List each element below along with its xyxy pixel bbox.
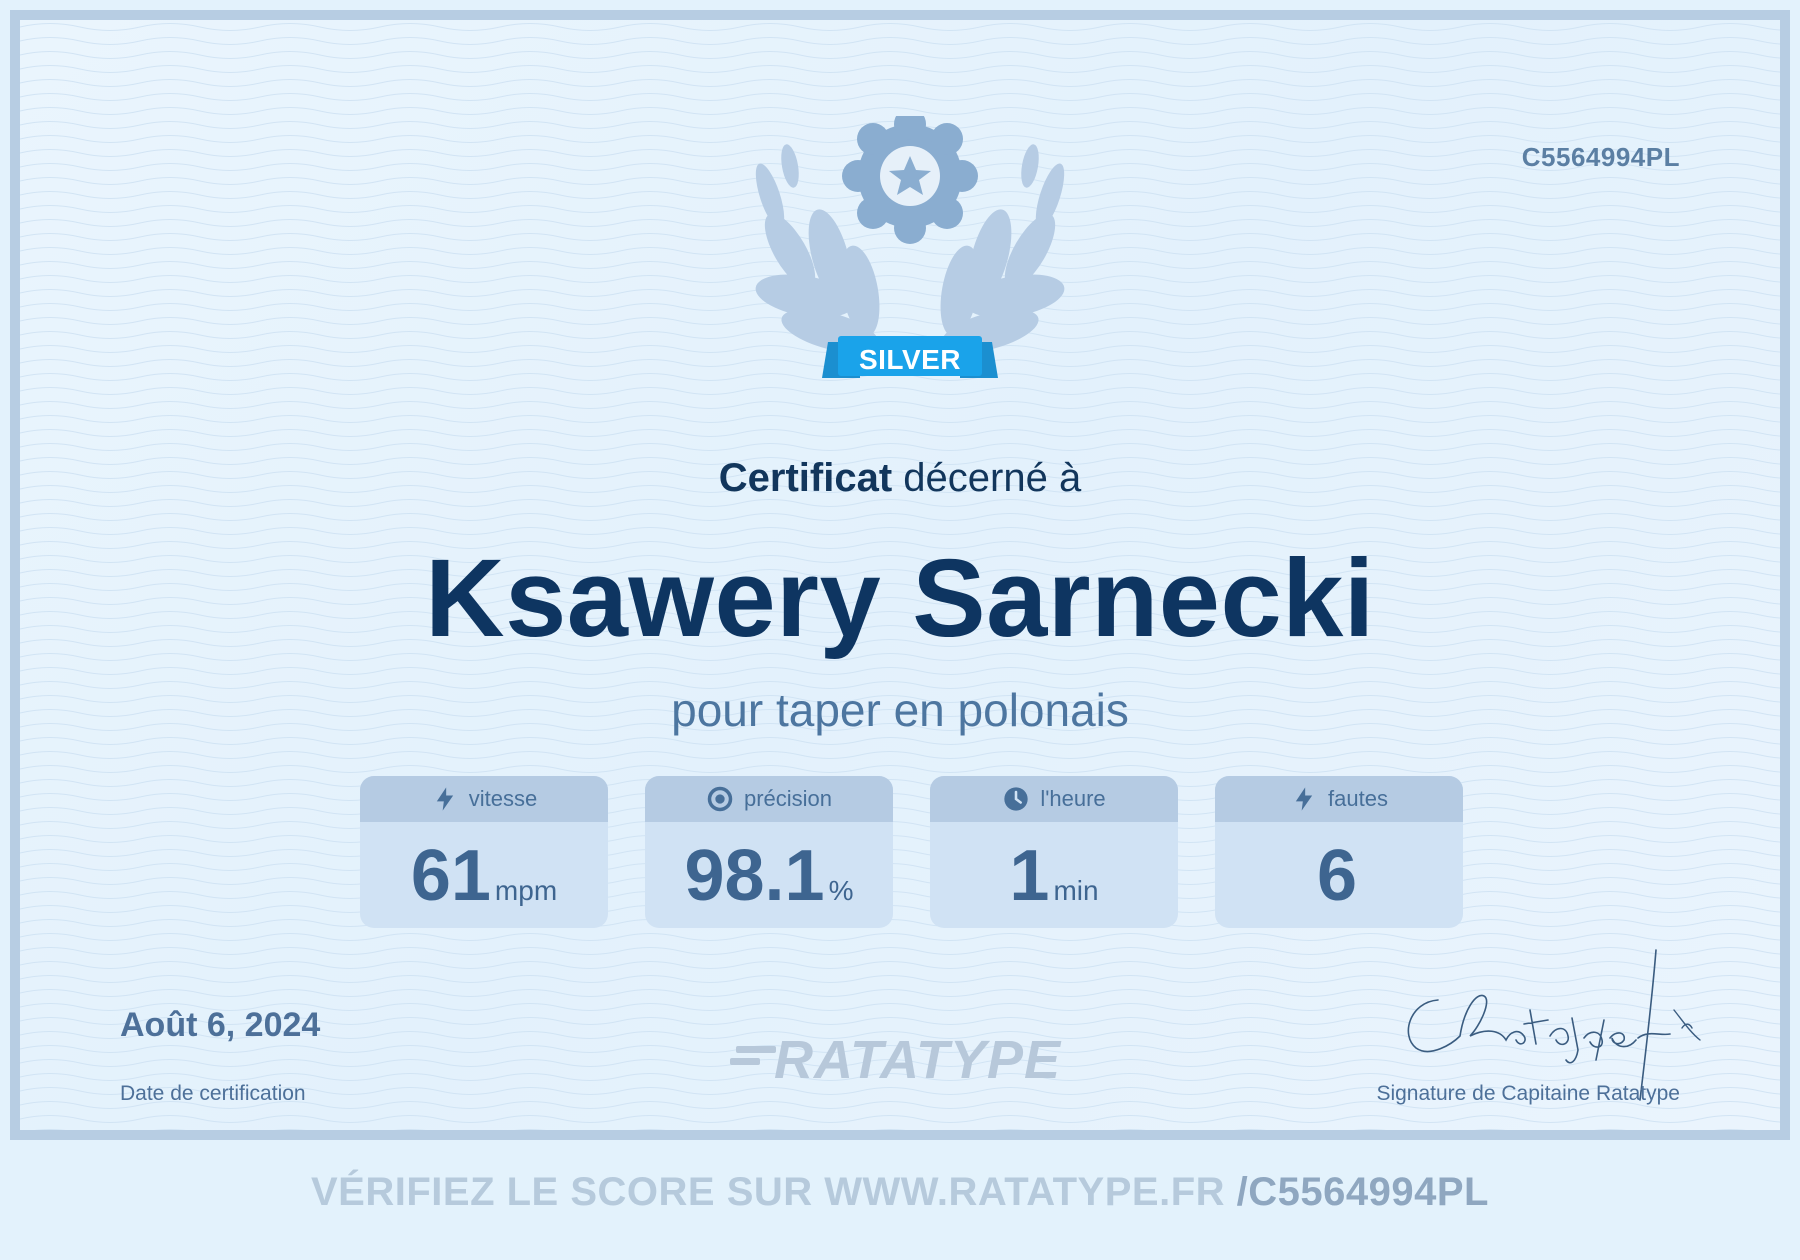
stat-label: l'heure [1040,786,1106,811]
headline-strong: Certificat [718,456,893,500]
verify-code: /C5564994PL [1236,1170,1489,1214]
stat-value: 98.1 [684,836,825,916]
certificate-headline: Certificat décerné à [20,456,1780,501]
stat-label: précision [743,786,833,811]
headline-rest: décerné à [903,456,1082,500]
lightning-icon [1295,787,1313,811]
verify-text: VÉRIFIEZ LE SCORE SUR WWW.RATATYPE.FR [310,1170,1226,1214]
stat-value: 6 [1316,836,1358,916]
stat-label: vitesse [468,786,538,811]
stat-unit: min [1053,875,1099,906]
stats-row: vitesse 61 mpm précision 98.1 % l'heure [360,776,1463,928]
stat-value: 1 [1009,836,1050,916]
brand-logo: RATATYPE [730,1030,1100,1090]
stat-unit: % [828,875,854,906]
stat-card-time: l'heure 1 min [930,776,1178,928]
award-emblem: SILVER [710,108,1110,436]
certificate-id: C5564994PL [1521,142,1680,172]
target-icon [707,786,733,812]
brand-mark-icon [730,1046,776,1065]
clock-icon [1004,787,1028,811]
stat-header: précision [645,776,893,822]
certification-date-label: Date de certification [120,1082,306,1105]
stat-header: vitesse [360,776,608,822]
signature-label: Signature de Capitaine Ratatype [1376,1082,1680,1105]
stat-header: fautes [1215,776,1463,822]
stat-value: 61 [410,836,491,916]
verify-footer: VÉRIFIEZ LE SCORE SUR WWW.RATATYPE.FR /C… [0,1170,1800,1215]
recipient-name: Ksawery Sarnecki [425,537,1375,660]
certificate-subtitle: pour taper en polonais [671,684,1129,736]
badge-label: SILVER [858,344,962,375]
stat-card-speed: vitesse 61 mpm [360,776,608,928]
stat-unit: mpm [494,875,558,906]
brand-wordmark: RATATYPE [774,1030,1061,1090]
lightning-icon [436,787,453,811]
stat-card-accuracy: précision 98.1 % [645,776,893,928]
certification-date: Août 6, 2024 [120,1006,321,1044]
certificate: C5564994PL SILVER Certificat décerné à K… [10,10,1790,1140]
stat-header: l'heure [930,776,1178,822]
laurel-medal-icon [755,108,1065,378]
stat-card-errors: fautes 6 [1215,776,1463,928]
stat-label: fautes [1328,786,1388,811]
